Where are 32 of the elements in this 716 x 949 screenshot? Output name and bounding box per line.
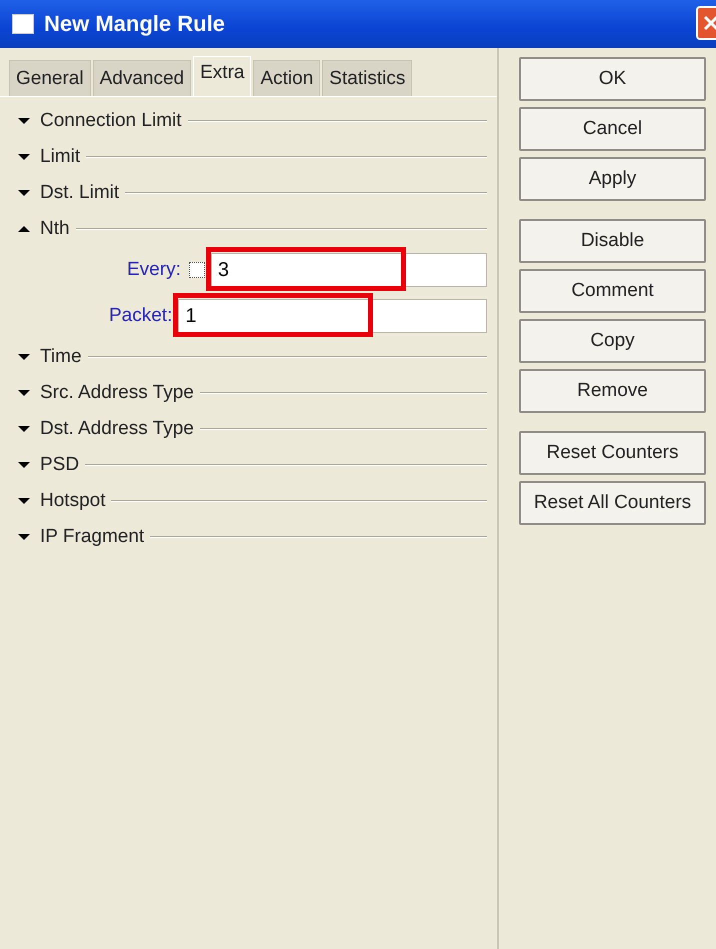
tab[interactable]: Action xyxy=(253,60,320,96)
tab[interactable]: Advanced xyxy=(92,60,192,96)
tab[interactable]: Statistics xyxy=(322,60,412,96)
section-header[interactable]: Time xyxy=(40,346,82,368)
section-header[interactable]: Limit xyxy=(40,146,80,168)
action-button[interactable]: Cancel xyxy=(519,107,706,151)
action-button[interactable]: Copy xyxy=(519,319,706,363)
action-button[interactable]: Reset Counters xyxy=(519,431,706,475)
section-header[interactable]: Dst. Address Type xyxy=(40,418,194,440)
action-button[interactable]: Comment xyxy=(519,269,706,313)
section-header[interactable]: Nth xyxy=(40,218,70,240)
close-icon xyxy=(702,14,716,32)
input-field[interactable]: 3 xyxy=(210,253,487,287)
tab[interactable]: Extra xyxy=(193,56,252,96)
tab[interactable]: General xyxy=(9,60,91,96)
field-label: Packet: xyxy=(109,305,172,327)
section-header[interactable]: Hotspot xyxy=(40,490,106,512)
action-button[interactable]: Reset All Counters xyxy=(519,481,706,525)
action-button[interactable]: Apply xyxy=(519,157,706,201)
window-icon xyxy=(12,14,34,34)
input-field[interactable]: 1 xyxy=(178,299,487,333)
window-title: New Mangle Rule xyxy=(44,11,225,37)
action-button[interactable]: Remove xyxy=(519,369,706,413)
checkbox[interactable] xyxy=(188,262,205,278)
action-button[interactable]: OK xyxy=(519,57,706,101)
section-header[interactable]: Src. Address Type xyxy=(40,382,194,404)
section-header[interactable]: Dst. Limit xyxy=(40,182,120,204)
section-header[interactable]: IP Fragment xyxy=(40,526,144,548)
section-header[interactable]: PSD xyxy=(40,454,80,476)
section-header[interactable]: Connection Limit xyxy=(40,110,182,132)
action-button[interactable]: Disable xyxy=(519,219,706,263)
field-label: Every: xyxy=(127,259,181,281)
